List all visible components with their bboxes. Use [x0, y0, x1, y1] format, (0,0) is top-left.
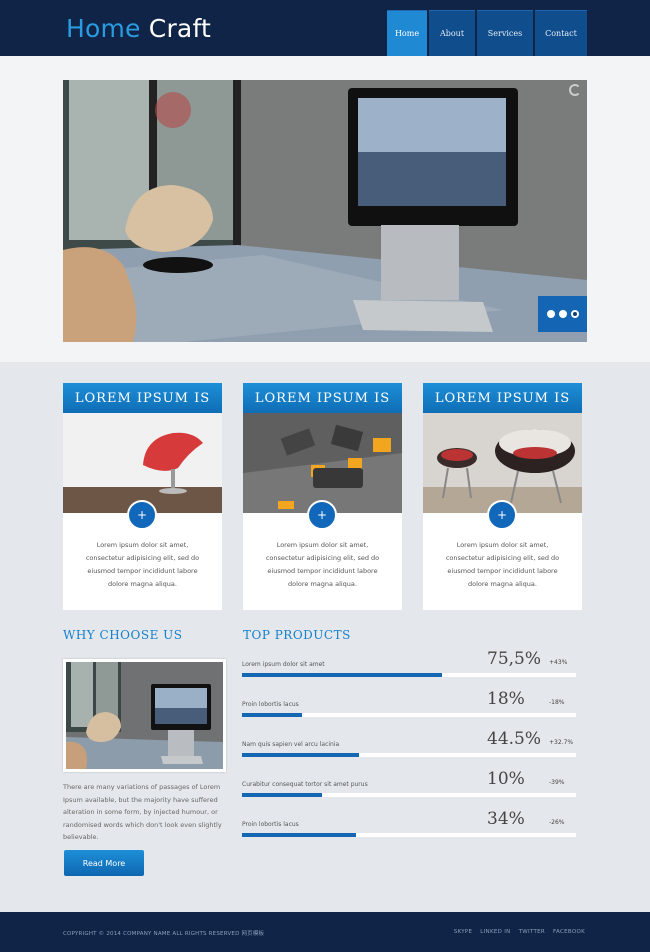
hero-slider — [63, 80, 587, 342]
site-logo[interactable]: Home Craft — [66, 14, 211, 43]
site-header: Home Craft Home About Services Contact — [0, 0, 650, 56]
product-progress-fill — [242, 673, 443, 677]
product-row: Lorem ipsum dolor sit amet 75,5% +43% — [242, 649, 576, 697]
card-title: LOREM IPSUM IS — [423, 383, 582, 413]
card-image — [243, 413, 402, 513]
slider-dot-1[interactable] — [546, 310, 555, 318]
product-progress-fill — [242, 833, 356, 837]
product-change: -39% — [549, 779, 565, 786]
hero-image — [63, 80, 587, 342]
product-change: -26% — [549, 819, 565, 826]
product-progress-fill — [242, 713, 303, 717]
logo-word-home: Home — [66, 14, 141, 43]
social-link-skype[interactable]: SKYPE — [454, 929, 473, 935]
product-name: Proin lobortis lacus — [242, 701, 299, 708]
product-value: 18% — [487, 689, 525, 709]
read-more-button[interactable]: Read More — [64, 850, 144, 876]
product-value: 10% — [487, 769, 525, 789]
product-name: Proin lobortis lacus — [242, 821, 299, 828]
site-footer: COPYRIGHT © 2014 COMPANY NAME ALL RIGHTS… — [0, 912, 650, 952]
product-progress-track — [242, 673, 576, 677]
product-row: Curabitur consequat tortor sit amet puru… — [242, 769, 576, 817]
product-change: -18% — [549, 699, 565, 706]
product-name: Curabitur consequat tortor sit amet puru… — [242, 781, 368, 788]
card-text: Lorem ipsum dolor sit amet, consectetur … — [445, 541, 560, 588]
top-products-title: TOP PRODUCTS — [243, 628, 351, 642]
feature-card-2: LOREM IPSUM IS + Lorem ipsum dolor sit a… — [243, 383, 402, 610]
card-plus-button[interactable]: + — [127, 500, 157, 530]
feature-card-3: LOREM IPSUM IS + Lorem ipsum dolor sit a… — [423, 383, 582, 610]
why-choose-image — [63, 659, 226, 772]
product-value: 75,5% — [487, 649, 542, 669]
product-progress-track — [242, 713, 576, 717]
product-progress-fill — [242, 753, 359, 757]
card-plus-button[interactable]: + — [487, 500, 517, 530]
product-progress-fill — [242, 793, 323, 797]
nav-home[interactable]: Home — [387, 10, 427, 56]
feature-card-1: LOREM IPSUM IS + Lorem ipsum dolor sit a… — [63, 383, 222, 610]
card-image — [63, 413, 222, 513]
copyright-text: COPYRIGHT © 2014 COMPANY NAME ALL RIGHTS… — [63, 931, 265, 937]
slider-dot-2[interactable] — [558, 310, 567, 318]
product-value: 34% — [487, 809, 525, 829]
card-plus-button[interactable]: + — [307, 500, 337, 530]
product-row: Proin lobortis lacus 34% -26% — [242, 809, 576, 857]
logo-word-craft: Craft — [148, 14, 212, 43]
main-nav: Home About Services Contact — [387, 10, 587, 56]
why-choose-text: There are many variations of passages of… — [63, 783, 222, 842]
product-value: 44.5% — [487, 729, 542, 749]
social-link-linkedin[interactable]: LINKED IN — [480, 929, 510, 935]
product-change: +32.7% — [549, 739, 574, 746]
social-links: SKYPE LINKED IN TWITTER FACEBOOK — [454, 929, 585, 935]
product-row: Nam quis sapien vel arcu lacinia 44.5% +… — [242, 729, 576, 777]
product-name: Lorem ipsum dolor sit amet — [242, 661, 325, 668]
card-title: LOREM IPSUM IS — [63, 383, 222, 413]
social-link-facebook[interactable]: FACEBOOK — [553, 929, 585, 935]
product-progress-track — [242, 753, 576, 757]
slider-dot-3[interactable] — [570, 310, 579, 318]
product-change: +43% — [549, 659, 568, 666]
card-text: Lorem ipsum dolor sit amet, consectetur … — [85, 541, 200, 588]
card-image — [423, 413, 582, 513]
product-name: Nam quis sapien vel arcu lacinia — [242, 741, 340, 748]
social-link-twitter[interactable]: TWITTER — [519, 929, 545, 935]
nav-services[interactable]: Services — [477, 10, 533, 56]
slider-pager — [538, 296, 587, 332]
loading-spinner-icon — [569, 84, 581, 96]
product-progress-track — [242, 833, 576, 837]
card-title: LOREM IPSUM IS — [243, 383, 402, 413]
why-choose-title: WHY CHOOSE US — [63, 628, 183, 642]
nav-contact[interactable]: Contact — [535, 10, 587, 56]
nav-about[interactable]: About — [429, 10, 475, 56]
product-progress-track — [242, 793, 576, 797]
card-text: Lorem ipsum dolor sit amet, consectetur … — [265, 541, 380, 588]
